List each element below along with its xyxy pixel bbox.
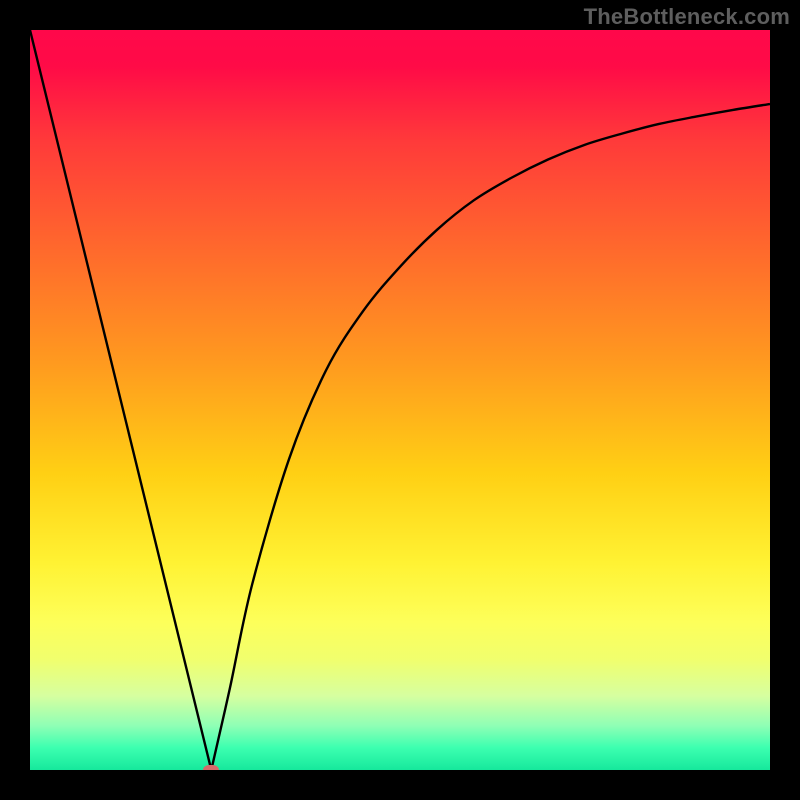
watermark-text: TheBottleneck.com xyxy=(584,4,790,30)
plot-area xyxy=(30,30,770,770)
curve-svg xyxy=(30,30,770,770)
min-marker xyxy=(203,765,219,770)
chart-frame: TheBottleneck.com xyxy=(0,0,800,800)
bottleneck-curve xyxy=(30,30,770,770)
